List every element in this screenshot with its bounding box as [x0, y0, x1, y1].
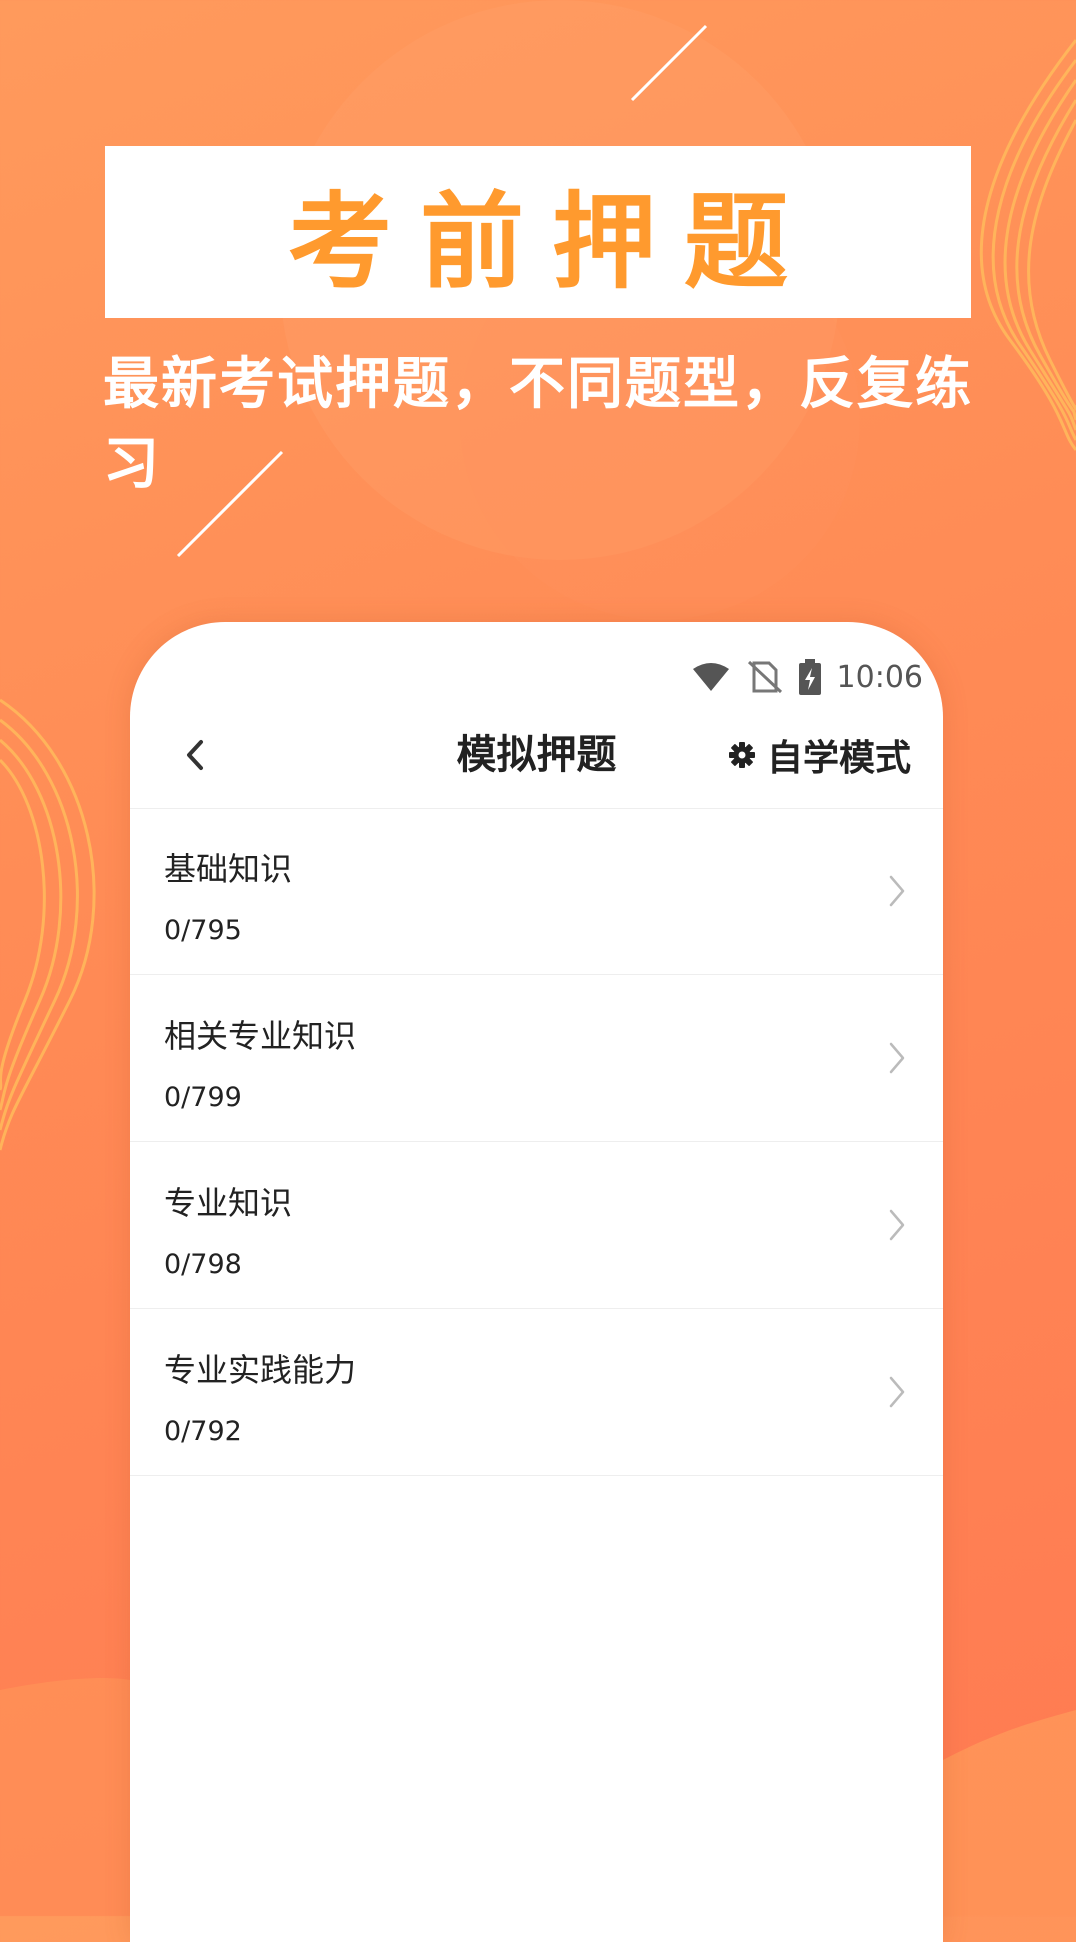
- list-item-professional-practice[interactable]: 专业实践能力 0/792: [130, 1309, 943, 1476]
- app-header: 模拟押题 自学模式: [130, 702, 943, 809]
- no-sim-icon: [747, 660, 782, 694]
- hero-banner: 考前押题: [105, 146, 971, 318]
- self-study-mode-button[interactable]: 自学模式: [728, 702, 911, 808]
- list-item-title: 专业实践能力: [164, 1351, 357, 1389]
- status-bar: 10:06: [130, 652, 943, 702]
- chevron-right-icon: [889, 1376, 905, 1408]
- hero-title: 考前押题: [287, 180, 816, 303]
- self-study-mode-label: 自学模式: [766, 738, 911, 779]
- phone-screen: 10:06 模拟押题 自学模式 基础知识 0/795 相关专业知识 0/799 …: [130, 622, 943, 1942]
- list-item-related-professional-knowledge[interactable]: 相关专业知识 0/799: [130, 975, 943, 1142]
- list-item-professional-knowledge[interactable]: 专业知识 0/798: [130, 1142, 943, 1309]
- question-bank-list: 基础知识 0/795 相关专业知识 0/799 专业知识 0/798 专业实践能…: [130, 808, 943, 1476]
- list-item-progress: 0/798: [164, 1249, 242, 1280]
- wifi-icon: [692, 663, 729, 691]
- battery-charging-icon: [798, 659, 821, 695]
- list-item-title: 相关专业知识: [164, 1017, 357, 1055]
- list-item-progress: 0/799: [164, 1082, 242, 1113]
- list-item-basic-knowledge[interactable]: 基础知识 0/795: [130, 808, 943, 975]
- list-item-progress: 0/795: [164, 915, 242, 946]
- status-icons: 10:06: [691, 652, 923, 702]
- hero-subtitle: 最新考试押题，不同题型，反复练习: [103, 352, 973, 497]
- list-item-title: 专业知识: [164, 1184, 293, 1222]
- list-item-title: 基础知识: [164, 850, 293, 888]
- chevron-right-icon: [889, 875, 905, 907]
- chevron-right-icon: [889, 1042, 905, 1074]
- status-time: 10:06: [836, 659, 923, 695]
- list-item-progress: 0/792: [164, 1416, 242, 1447]
- gear-icon: [728, 742, 755, 768]
- chevron-right-icon: [889, 1209, 905, 1241]
